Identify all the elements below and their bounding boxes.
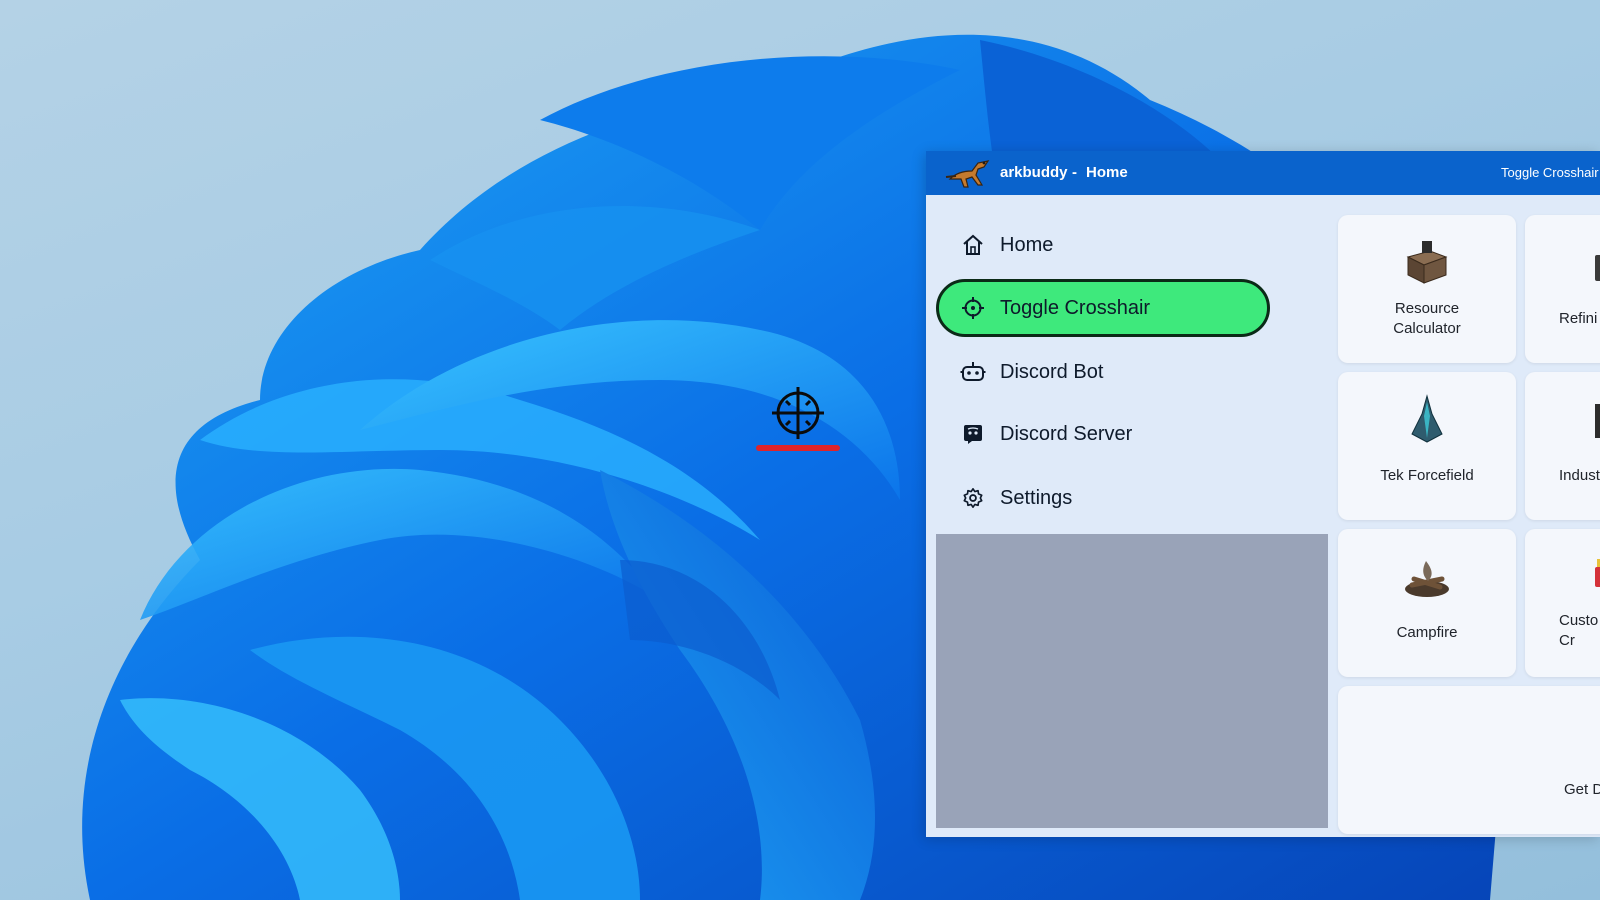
card-resource-calculator[interactable]: Resource Calculator [1338, 215, 1516, 363]
sidebar-item-discord-server[interactable]: Discord Server [936, 405, 1270, 463]
card-industrial[interactable]: Indust [1525, 372, 1600, 520]
card-label: Get D [1564, 781, 1600, 798]
card-label: Campfire [1396, 624, 1458, 641]
sidebar-item-discord-bot[interactable]: Discord Bot [936, 343, 1270, 401]
card-campfire[interactable]: Campfire [1338, 529, 1516, 677]
card-get-dino[interactable]: Get D [1338, 686, 1600, 834]
sidebar-item-toggle-crosshair[interactable]: Toggle Crosshair [936, 279, 1270, 337]
dino-icon [1596, 728, 1600, 758]
crosshair-underline [756, 445, 840, 451]
current-page-title: Home [1086, 164, 1128, 181]
crosshair-icon [960, 295, 986, 321]
crosshair-overlay-icon [772, 387, 824, 439]
app-name: arkbuddy [1000, 164, 1068, 181]
gear-icon [960, 485, 986, 511]
industrial-icon [1595, 404, 1600, 438]
card-custom-cooking[interactable]: Custo Cr [1525, 529, 1600, 677]
cooking-pot-icon [1595, 559, 1600, 587]
sidebar-item-settings[interactable]: Settings [936, 469, 1270, 527]
empty-content-panel [936, 534, 1328, 828]
raptor-logo-icon [945, 160, 990, 188]
card-label: Resource Calculator [1393, 300, 1461, 337]
sidebar-item-label: Discord Server [1000, 422, 1133, 445]
campfire-icon [1405, 561, 1449, 597]
app-window: arkbuddy - Home Toggle Crosshair Home To… [926, 151, 1600, 837]
card-refining[interactable]: Refini [1525, 215, 1600, 363]
refinery-icon [1595, 255, 1600, 281]
smithy-icon [1406, 241, 1448, 284]
discord-icon [960, 421, 986, 447]
sidebar-item-label: Discord Bot [1000, 360, 1104, 383]
title-bar[interactable]: arkbuddy - Home Toggle Crosshair [926, 151, 1600, 195]
sidebar-item-label: Toggle Crosshair [1000, 296, 1151, 319]
robot-icon [960, 359, 986, 385]
tek-forcefield-icon [1411, 394, 1443, 443]
sidebar-item-home[interactable]: Home [936, 216, 1270, 274]
card-label: Custo Cr [1559, 612, 1599, 649]
card-label: Indust [1559, 467, 1600, 484]
sidebar-item-label: Home [1000, 233, 1054, 256]
title-toggle-crosshair[interactable]: Toggle Crosshair [1501, 165, 1599, 180]
card-label: Refini [1559, 310, 1598, 327]
sidebar-item-label: Settings [1000, 486, 1073, 509]
home-icon [960, 232, 986, 258]
card-label: Tek Forcefield [1380, 467, 1474, 484]
card-tek-forcefield[interactable]: Tek Forcefield [1338, 372, 1516, 520]
title-separator: - [1072, 164, 1077, 181]
